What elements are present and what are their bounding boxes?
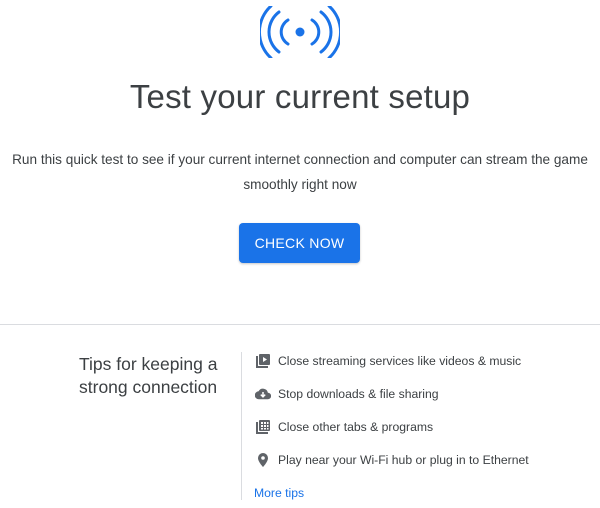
broadcast-signal-icon: [260, 6, 340, 58]
tip-close-streaming: Close streaming services like videos & m…: [255, 351, 521, 371]
tip-label: Play near your Wi-Fi hub or plug in to E…: [278, 453, 529, 467]
test-description: Run this quick test to see if your curre…: [12, 152, 588, 192]
tip-label: Close other tabs & programs: [278, 420, 434, 434]
tip-close-tabs: Close other tabs & programs: [255, 417, 433, 437]
check-now-button[interactable]: CHECK NOW: [239, 223, 360, 263]
tip-play-near-hub: Play near your Wi-Fi hub or plug in to E…: [255, 450, 529, 470]
tips-heading: Tips for keeping a strong connection: [79, 354, 218, 397]
video-library-icon: [255, 353, 271, 369]
page-title: Test your current setup: [129, 78, 471, 115]
more-tips-link[interactable]: More tips: [254, 486, 304, 500]
tips-divider: [241, 352, 242, 500]
location-pin-icon: [255, 452, 271, 468]
grid-tabs-icon: [255, 419, 271, 435]
tip-label: Close streaming services like videos & m…: [278, 354, 522, 368]
tip-label: Stop downloads & file sharing: [278, 387, 439, 401]
test-setup-section: Test your current setup Run this quick t…: [0, 0, 600, 324]
cloud-download-icon: [255, 386, 271, 402]
tip-stop-downloads: Stop downloads & file sharing: [255, 384, 439, 404]
section-divider: [0, 324, 600, 325]
